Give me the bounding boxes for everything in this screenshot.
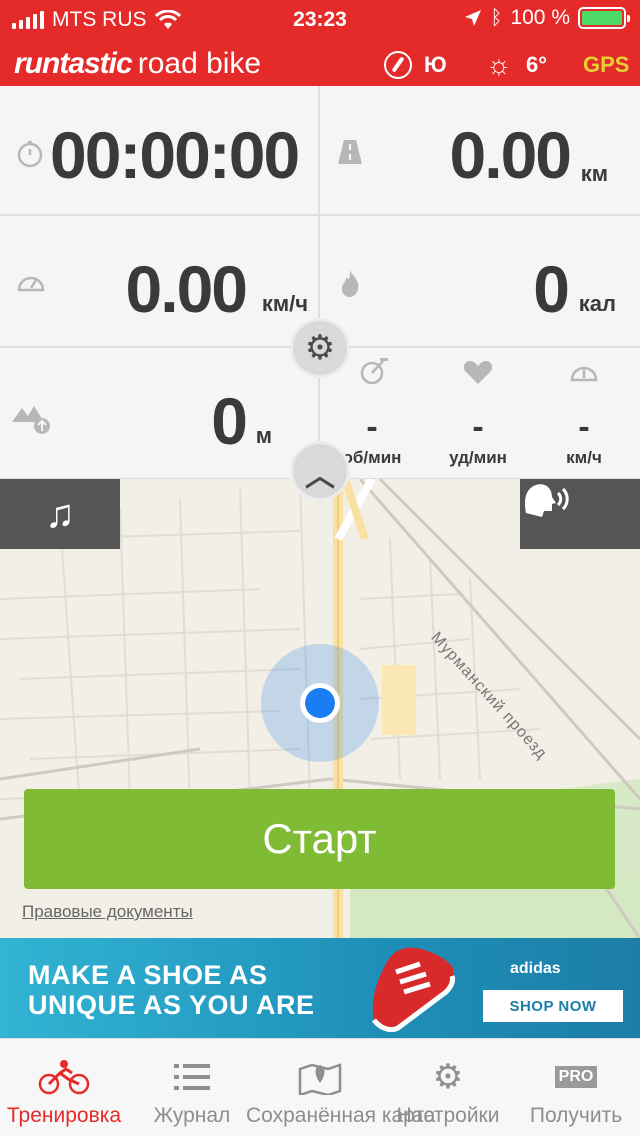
header: MTS RUS 23:23 ᛒ 100 % runtastic road bike… xyxy=(0,0,640,86)
chevron-up-icon: ︿ xyxy=(305,460,335,493)
heart-icon xyxy=(463,361,493,384)
music-button[interactable]: ♫ xyxy=(0,479,120,549)
stats-panel: 00:00:00 0.00 км 0.00 км/ч 0 кал 0 м - о… xyxy=(0,86,640,479)
location-arrow-icon xyxy=(465,10,482,26)
elevation-cell[interactable]: 0 м xyxy=(0,348,320,479)
compass-icon xyxy=(384,51,412,79)
heart-rate-value: - xyxy=(472,408,484,446)
duration-value: 00:00:00 xyxy=(50,118,300,192)
map-view[interactable]: Мурманский проезд ♫ Старт Правовые докум… xyxy=(0,479,640,938)
list-icon xyxy=(128,1057,256,1097)
shoe-image xyxy=(372,947,455,1033)
shop-now-button[interactable]: SHOP NOW xyxy=(483,990,623,1022)
status-bar: MTS RUS 23:23 ᛒ 100 % xyxy=(0,0,640,40)
pro-badge-icon: PRO xyxy=(512,1057,640,1097)
map-icon xyxy=(256,1057,384,1097)
tab-label: Настройки xyxy=(396,1104,500,1127)
elevation-value: 0 xyxy=(211,384,248,458)
stopwatch-icon xyxy=(17,141,43,168)
direction-label: Ю xyxy=(424,52,447,77)
settings-gear-button[interactable]: ⚙ xyxy=(293,321,347,375)
sensor-cell[interactable]: - об/мин - уд/мин - км/ч xyxy=(320,348,640,479)
speed-cell[interactable]: 0.00 км/ч xyxy=(0,216,320,348)
speed-value: 0.00 xyxy=(125,252,248,326)
tab-bar: Тренировка Журнал Сохранённая карта ⚙ На… xyxy=(0,1038,640,1136)
cadence-icon xyxy=(360,358,388,385)
tab-label: Сохранённая карта xyxy=(246,1104,436,1127)
tab-label: Получить xyxy=(529,1104,623,1127)
battery-percent: 100 % xyxy=(510,6,570,29)
calories-cell[interactable]: 0 кал xyxy=(320,216,640,348)
temperature-label: 6° xyxy=(526,52,548,77)
tab-label: Журнал xyxy=(153,1104,231,1127)
speed-unit: км/ч xyxy=(261,291,308,316)
gps-indicator: GPS xyxy=(583,52,630,77)
speedometer-small-icon xyxy=(570,366,598,382)
legal-documents-link[interactable]: Правовые документы xyxy=(22,902,193,922)
collapse-panel-button[interactable]: ︿ xyxy=(293,444,347,498)
max-speed-unit: км/ч xyxy=(566,448,602,467)
bluetooth-icon: ᛒ xyxy=(490,6,503,29)
flame-icon xyxy=(341,270,359,297)
ad-brand: adidas xyxy=(510,960,561,977)
gear-icon: ⚙ xyxy=(432,1058,464,1096)
distance-unit: км xyxy=(580,161,608,186)
max-speed-value: - xyxy=(578,408,590,446)
tab-journal[interactable]: Журнал xyxy=(128,1039,256,1136)
ad-headline: MAKE A SHOE AS UNIQUE AS YOU ARE xyxy=(28,960,315,1020)
distance-value: 0.00 xyxy=(449,118,572,192)
start-button[interactable]: Старт xyxy=(24,789,615,889)
app-logo: runtastic road bike xyxy=(14,47,262,80)
tab-workout[interactable]: Тренировка xyxy=(0,1039,128,1136)
battery-icon xyxy=(578,7,630,29)
calories-value: 0 xyxy=(533,252,570,326)
tab-saved-map[interactable]: Сохранённая карта xyxy=(246,1039,435,1136)
road-icon xyxy=(338,140,362,164)
distance-cell[interactable]: 0.00 км xyxy=(320,86,640,216)
app-bar: runtastic road bike Ю ☼ 6° GPS xyxy=(0,42,640,86)
cyclist-icon xyxy=(0,1057,128,1097)
music-note-icon: ♫ xyxy=(45,491,75,536)
cadence-value: - xyxy=(366,408,378,446)
calories-unit: кал xyxy=(578,291,616,316)
tab-settings[interactable]: ⚙ Настройки xyxy=(384,1039,512,1136)
speedometer-icon xyxy=(17,276,45,292)
sun-icon: ☼ xyxy=(486,49,512,80)
heart-rate-unit: уд/мин xyxy=(449,448,507,467)
elevation-icon xyxy=(12,406,50,434)
voice-icon xyxy=(525,484,569,517)
ad-banner[interactable]: MAKE A SHOE AS UNIQUE AS YOU ARE adidas … xyxy=(0,938,640,1038)
elevation-unit: м xyxy=(255,423,272,448)
duration-cell[interactable]: 00:00:00 xyxy=(0,86,320,216)
voice-coach-button[interactable] xyxy=(520,479,640,549)
gear-icon: ⚙ xyxy=(304,329,336,367)
tab-get-pro[interactable]: PRO Получить xyxy=(512,1039,640,1136)
